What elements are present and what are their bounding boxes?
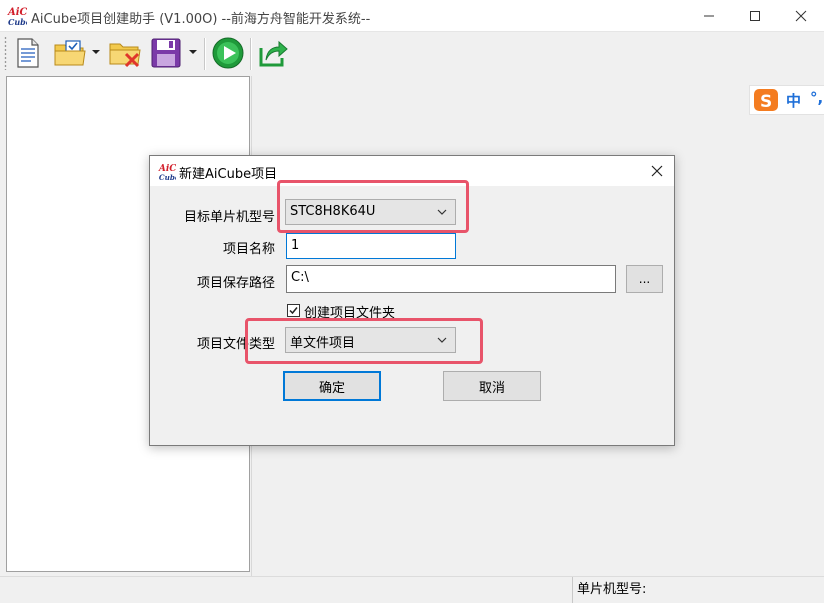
close-project-button[interactable] [107,36,143,70]
open-project-icon [54,40,86,66]
project-name-value: 1 [291,238,300,253]
maximize-icon [750,10,760,21]
save-icon [151,38,181,68]
window-titlebar: AiC Cube AiCube项目创建助手 (V1.00O) --前海方舟智能开… [0,0,824,32]
sogou-ime-icon: S [754,89,778,112]
target-mcu-label: 目标单片机型号 [183,210,275,225]
highlight-file-type [245,318,483,364]
aicube-logo-icon: AiC Cube [7,7,27,27]
highlight-target-mcu [277,180,469,233]
ok-button[interactable]: 确定 [283,371,381,401]
close-window-button[interactable] [778,0,824,31]
status-mcu-label: 单片机型号: [572,577,646,603]
project-name-input[interactable]: 1 [286,233,456,259]
dialog-close-button[interactable] [640,156,674,186]
toolbar [0,32,824,74]
export-icon [259,40,288,67]
open-project-button[interactable] [52,36,88,70]
new-project-button[interactable] [12,36,44,70]
window-title: AiCube项目创建助手 (V1.00O) --前海方舟智能开发系统-- [31,12,371,27]
svg-text:Cube: Cube [159,173,176,182]
create-folder-checkbox[interactable] [287,304,300,317]
svg-text:Cube: Cube [8,17,27,27]
close-icon [795,10,807,21]
ime-mode-indicator[interactable]: 中 [786,90,801,111]
new-document-icon [17,38,39,68]
close-icon [651,165,663,177]
save-path-value: C:\ [291,270,309,285]
aicube-logo-icon: AiC Cube [158,164,176,182]
checkmark-icon [289,307,298,315]
export-button[interactable] [256,36,290,70]
toolbar-separator [204,38,206,70]
new-project-dialog: AiC Cube 新建AiCube项目 目标单片机型号 STC8H8K64U 项… [149,155,675,446]
save-button[interactable] [149,36,183,70]
toolbar-grip[interactable] [4,36,7,70]
run-button[interactable] [210,36,246,70]
svg-text:S: S [760,92,772,112]
open-project-dropdown-arrow[interactable] [92,50,100,54]
close-project-icon [109,43,141,68]
ime-toolbar[interactable]: S 中 °, [749,85,824,115]
run-icon [212,37,244,69]
minimize-icon [704,15,714,16]
cancel-button[interactable]: 取消 [443,371,541,401]
project-name-label: 项目名称 [222,242,275,257]
dialog-title: 新建AiCube项目 [179,167,278,182]
status-bar: 单片机型号: [0,576,824,603]
save-dropdown-arrow[interactable] [189,50,197,54]
maximize-button[interactable] [732,0,778,31]
save-path-input[interactable]: C:\ [286,265,616,293]
browse-path-button[interactable]: ... [626,265,663,293]
ime-punctuation-indicator[interactable]: °, [810,89,823,107]
save-path-label: 项目保存路径 [196,276,275,291]
toolbar-separator [250,38,252,70]
minimize-button[interactable] [686,0,732,31]
